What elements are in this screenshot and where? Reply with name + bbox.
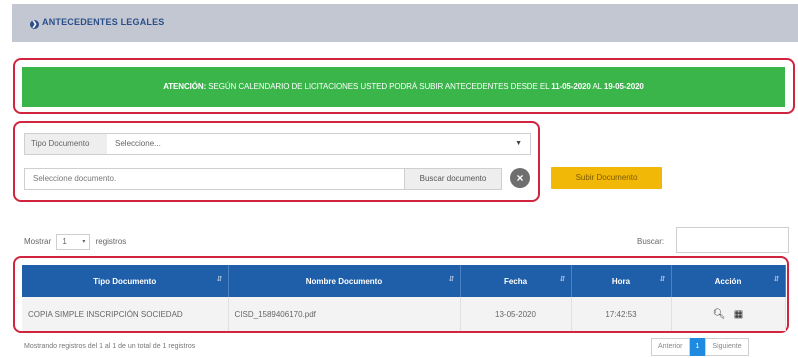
alert-message: SEGÚN CALENDARIO DE LICITACIONES USTED P… <box>208 82 550 91</box>
column-label: Acción <box>714 276 742 286</box>
calendar-alert: ATENCIÓN: SEGÚN CALENDARIO DE LICITACION… <box>22 67 785 107</box>
next-page-button[interactable]: Siguiente <box>705 338 749 356</box>
page-length-control: Mostrar 1 ▾ registros <box>24 234 126 250</box>
sort-icon: ⇵ <box>659 276 666 283</box>
column-header-accion[interactable]: Acción ⇵ <box>671 265 786 297</box>
column-header-tipo[interactable]: Tipo Documento ⇵ <box>22 265 229 297</box>
records-label: registros <box>95 237 127 247</box>
column-label: Fecha <box>503 276 528 286</box>
updown-icon: ▾ <box>82 239 86 245</box>
alert-connector: AL <box>592 82 602 91</box>
sort-icon: ⇵ <box>559 276 566 283</box>
page-length-select[interactable]: 1 ▾ <box>56 234 91 250</box>
trash-icon[interactable]: ▦ <box>734 309 743 320</box>
column-header-hora[interactable]: Hora ⇵ <box>571 265 672 297</box>
column-label: Nombre Documento <box>305 276 383 286</box>
prev-page-button[interactable]: Anterior <box>651 338 690 356</box>
cell-fecha: 13-05-2020 <box>460 297 572 331</box>
table-info: Mostrando registros del 1 al 1 de un tot… <box>24 343 196 350</box>
alert-date-from: 11-05-2020 <box>551 82 591 91</box>
alert-prefix: ATENCIÓN: <box>163 82 207 91</box>
page-1-button[interactable]: 1 <box>689 338 706 356</box>
pagination: Anterior 1 Siguiente <box>651 338 749 356</box>
cell-nombre: CISD_1589406170.pdf <box>228 297 461 331</box>
cell-hora: 17:42:53 <box>571 297 672 331</box>
doc-type-value: Seleccione... <box>115 139 161 148</box>
column-label: Hora <box>611 276 631 286</box>
circle-arrow-icon: ❯ <box>30 20 39 29</box>
sort-icon: ⇵ <box>216 276 223 283</box>
cell-actions: 🔍︎ ▦ <box>671 297 786 331</box>
doc-type-label: Tipo Documento <box>24 133 108 155</box>
section-header: ❯ ANTECEDENTES LEGALES <box>12 4 798 42</box>
doc-type-select[interactable]: Seleccione... ▼ <box>107 133 531 155</box>
chevron-down-icon: ▼ <box>515 140 522 147</box>
search-label: Buscar: <box>637 237 665 246</box>
page-length-value: 1 <box>62 237 67 246</box>
alert-date-to: 19-05-2020 <box>603 82 644 91</box>
file-input[interactable]: Seleccione documento. <box>24 168 405 190</box>
section-title-text: ANTECEDENTES LEGALES <box>42 17 165 27</box>
column-label: Tipo Documento <box>93 276 157 286</box>
table-header-row: Tipo Documento ⇵ Nombre Documento ⇵ Fecha ⇵… <box>22 265 786 297</box>
browse-document-button[interactable]: Buscar documento <box>404 168 502 190</box>
sort-icon: ⇵ <box>773 276 780 283</box>
table-row: COPIA SIMPLE INSCRIPCIÓN SOCIEDAD CISD_1… <box>22 297 786 331</box>
sort-icon: ⇵ <box>448 276 455 283</box>
show-label: Mostrar <box>24 237 52 247</box>
column-header-nombre[interactable]: Nombre Documento ⇵ <box>228 265 461 297</box>
upload-document-button[interactable]: Subir Documento <box>551 167 662 189</box>
clear-file-icon[interactable]: × <box>510 168 530 188</box>
documents-table: Tipo Documento ⇵ Nombre Documento ⇵ Fecha ⇵… <box>22 265 786 331</box>
search-input[interactable] <box>676 227 789 253</box>
cell-tipo: COPIA SIMPLE INSCRIPCIÓN SOCIEDAD <box>22 297 229 331</box>
view-search-icon[interactable]: 🔍︎ <box>713 309 726 320</box>
section-title: ❯ ANTECEDENTES LEGALES <box>30 17 165 29</box>
column-header-fecha[interactable]: Fecha ⇵ <box>460 265 572 297</box>
